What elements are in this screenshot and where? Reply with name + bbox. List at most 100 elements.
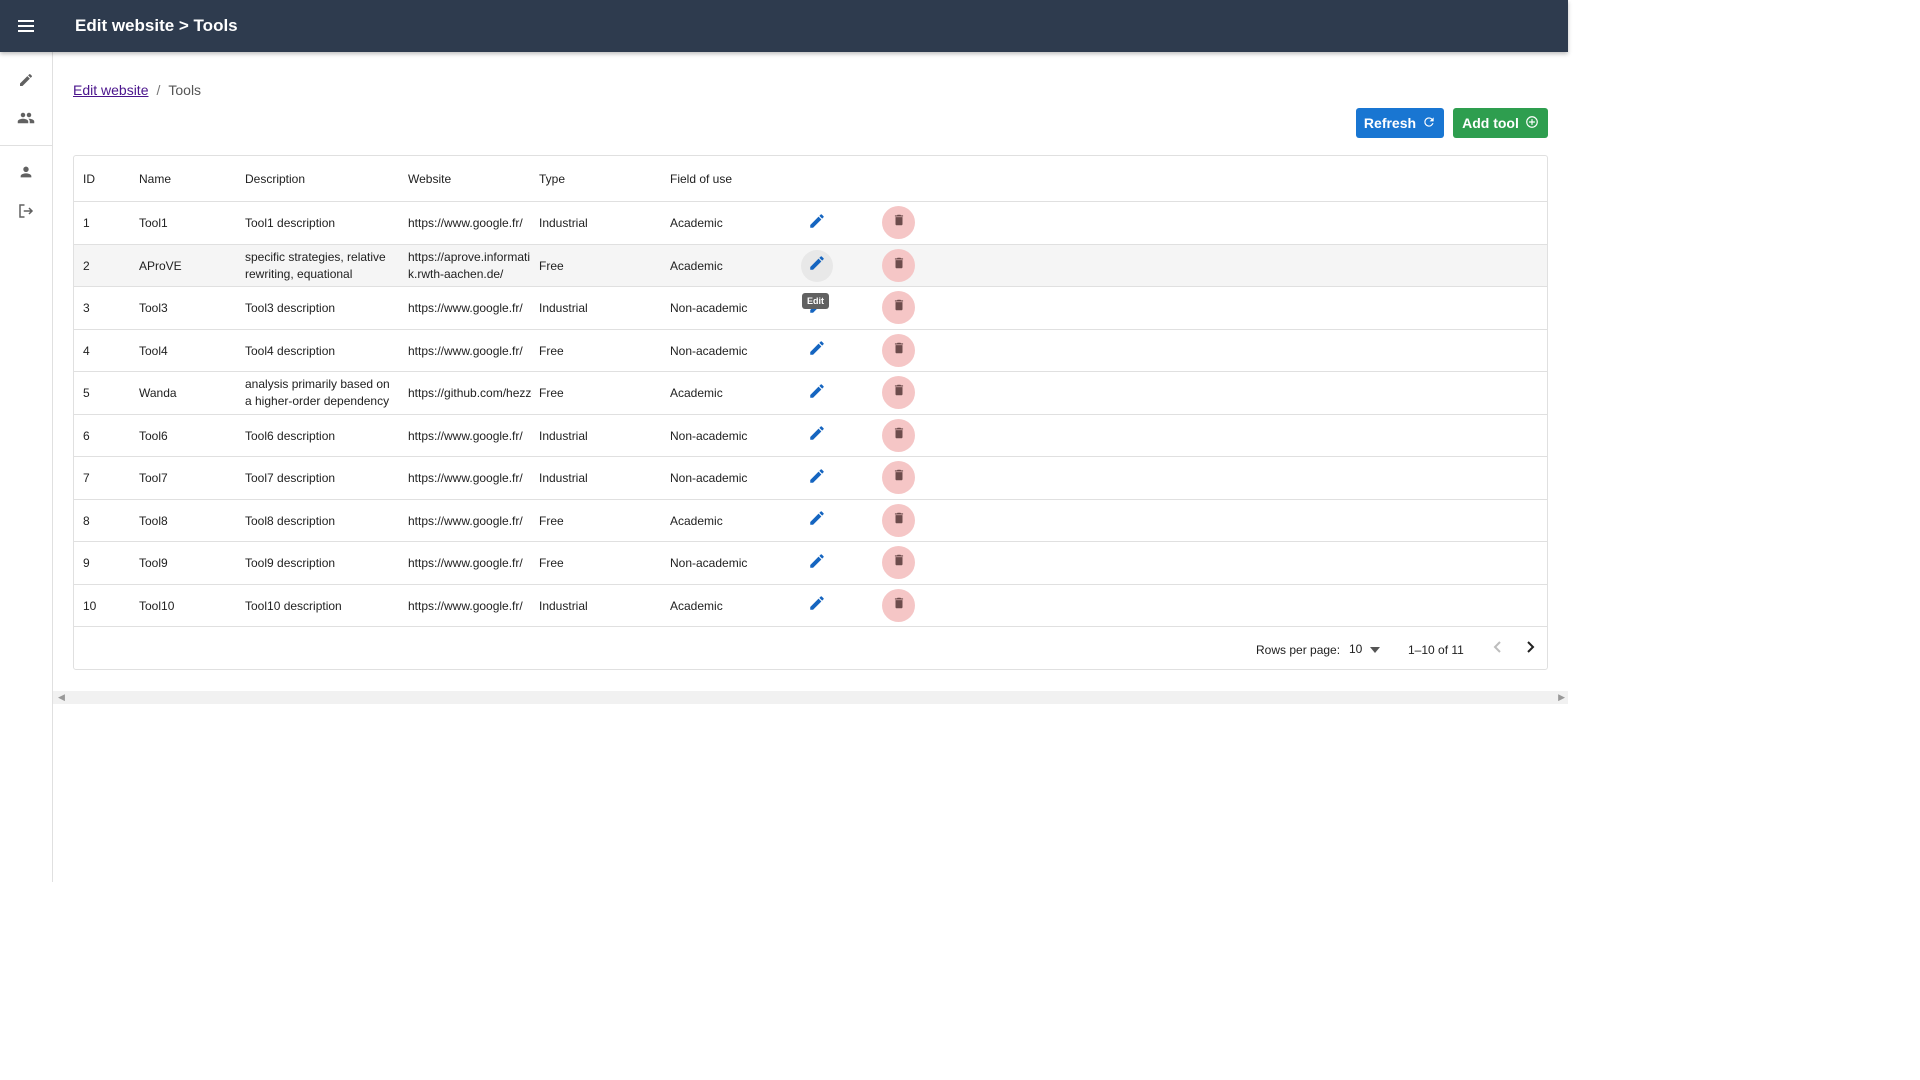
cell-type: Industrial [539, 216, 588, 230]
logout-icon[interactable] [16, 201, 36, 221]
edit-button[interactable] [801, 249, 833, 282]
delete-button[interactable] [882, 206, 915, 239]
trash-icon [892, 467, 906, 488]
next-page-icon[interactable] [1524, 640, 1536, 657]
cell-name: Tool9 [139, 556, 168, 570]
scroll-left-icon[interactable]: ◀ [58, 691, 65, 704]
cell-description: analysis primarily based on a higher-ord… [245, 377, 390, 408]
cell-field-of-use: Academic [670, 216, 723, 230]
edit-button[interactable] [801, 207, 833, 239]
cell-id: 8 [83, 513, 90, 528]
cell-field-of-use: Academic [670, 386, 723, 400]
person-icon[interactable] [16, 162, 36, 182]
trash-icon [892, 510, 906, 531]
cell-type: Free [539, 386, 564, 400]
trash-icon [892, 297, 906, 318]
rows-per-page-label: Rows per page: [1256, 643, 1341, 657]
column-header-type[interactable]: Type [539, 172, 565, 186]
trash-icon [892, 340, 906, 361]
cell-name: Wanda [139, 386, 177, 400]
breadcrumb-separator: / [156, 82, 161, 98]
pencil-icon [808, 424, 826, 447]
table-row[interactable]: 4 Tool4 Tool4 description https://www.googl… [74, 330, 1547, 372]
breadcrumb-link-edit-website[interactable]: Edit website [73, 82, 148, 98]
cell-id: 7 [83, 471, 90, 485]
cell-id: 3 [83, 301, 90, 315]
edit-button[interactable] [801, 590, 833, 622]
horizontal-scrollbar[interactable]: ◀ ▶ [53, 691, 1568, 704]
column-header-field-of-use[interactable]: Field of use [670, 172, 732, 186]
delete-button[interactable] [882, 503, 915, 537]
table-row[interactable]: 8 Tool8 Tool8 description https://www.googl… [74, 500, 1547, 542]
sidebar [0, 52, 53, 882]
group-icon[interactable] [16, 108, 36, 128]
rows-per-page-select[interactable]: 10 [1349, 642, 1380, 656]
cell-name: Tool8 [139, 513, 168, 528]
column-header-name[interactable]: Name [139, 172, 171, 186]
cell-id: 9 [83, 556, 90, 570]
delete-button[interactable] [882, 546, 915, 579]
cell-id: 2 [83, 258, 90, 273]
table-row[interactable]: 1 Tool1 Tool1 description https://www.googl… [74, 202, 1547, 245]
cell-name: Tool6 [139, 428, 168, 443]
dropdown-arrow-icon [1366, 642, 1380, 656]
cell-field-of-use: Non-academic [670, 301, 748, 315]
cell-name: Tool4 [139, 343, 168, 358]
trash-icon [892, 595, 906, 616]
previous-page-icon[interactable] [1492, 640, 1504, 657]
column-header-description[interactable]: Description [245, 172, 305, 186]
refresh-button-label: Refresh [1363, 115, 1417, 131]
pencil-icon [808, 594, 826, 617]
cell-name: Tool1 [139, 216, 168, 230]
cell-website: https://github.com/hezzel [408, 386, 532, 400]
cell-field-of-use: Academic [670, 258, 723, 273]
add-circle-icon [1525, 115, 1539, 132]
cell-description: Tool7 description [245, 471, 336, 485]
cell-field-of-use: Academic [670, 598, 723, 613]
cell-id: 10 [83, 598, 97, 613]
trash-icon [892, 425, 906, 446]
delete-button[interactable] [882, 291, 915, 324]
table-pagination: Rows per page: 10 1–10 of 11 [74, 628, 1547, 670]
cell-type: Free [539, 556, 564, 570]
scroll-right-icon[interactable]: ▶ [1558, 691, 1565, 704]
edit-icon[interactable] [16, 70, 36, 90]
menu-icon[interactable] [14, 14, 38, 38]
cell-name: Tool7 [139, 471, 168, 485]
table-row[interactable]: 10 Tool10 Tool10 description https://www.go… [74, 585, 1547, 627]
table-row[interactable]: 9 Tool9 Tool9 description https://www.googl… [74, 542, 1547, 585]
pencil-icon [808, 212, 826, 235]
cell-description: Tool1 description [245, 216, 336, 230]
table-row[interactable]: 5 Wanda analysis primarily based on a high… [74, 372, 1547, 415]
edit-button[interactable] [801, 462, 833, 494]
pencil-icon [808, 467, 826, 490]
edit-button[interactable] [801, 335, 833, 367]
table-row[interactable]: 7 Tool7 Tool7 description https://www.googl… [74, 457, 1547, 500]
column-header-id[interactable]: ID [83, 172, 95, 186]
edit-tooltip: Edit [802, 293, 829, 309]
delete-button[interactable] [882, 588, 915, 622]
cell-description: Tool9 description [245, 556, 336, 570]
delete-button[interactable] [882, 333, 915, 367]
delete-button[interactable] [882, 461, 915, 494]
column-header-website[interactable]: Website [408, 172, 451, 186]
cell-website: https://www.google.fr/ [408, 343, 523, 358]
table-row[interactable]: 6 Tool6 Tool6 description https://www.googl… [74, 415, 1547, 457]
edit-button[interactable] [801, 420, 833, 452]
edit-button[interactable] [801, 505, 833, 537]
refresh-button[interactable]: Refresh [1356, 108, 1444, 138]
cell-website: https://www.google.fr/ [408, 556, 523, 570]
delete-button[interactable] [882, 248, 915, 282]
edit-button[interactable] [801, 377, 833, 409]
table-row[interactable]: 2 AProVE specific strategies, relative rew… [74, 244, 1547, 287]
cell-website: https://www.google.fr/ [408, 216, 523, 230]
cell-description: Tool6 description [245, 428, 336, 443]
cell-type: Free [539, 343, 564, 358]
cell-id: 4 [83, 343, 90, 358]
page-title: Edit website > Tools [75, 16, 238, 35]
add-tool-button-label: Add tool [1462, 115, 1519, 131]
add-tool-button[interactable]: Add tool [1453, 108, 1548, 138]
delete-button[interactable] [882, 418, 915, 452]
delete-button[interactable] [882, 376, 915, 409]
edit-button[interactable] [801, 547, 833, 579]
